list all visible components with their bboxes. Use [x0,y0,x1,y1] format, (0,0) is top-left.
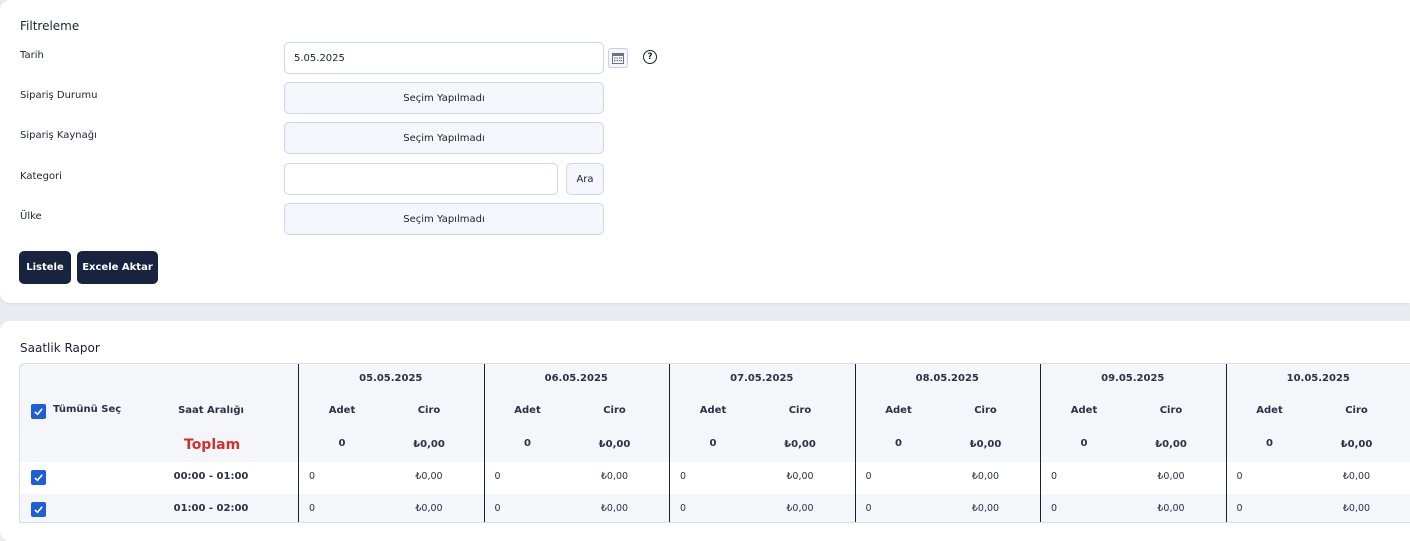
adet-header: Adet [302,405,382,416]
total-adet: 0 [1230,438,1310,449]
calendar-glyph [612,53,624,64]
ciro-header: Ciro [394,405,464,416]
order-status-value: Seçim Yapılmadı [403,93,484,104]
date-value: 5.05.2025 [294,53,345,64]
row-checkbox[interactable] [31,470,46,485]
row-ciro: ₺0,00 [1136,471,1206,482]
order-source-value: Seçim Yapılmadı [403,133,484,144]
row-ciro: ₺0,00 [394,471,464,482]
category-input[interactable] [284,163,558,195]
order-status-select[interactable]: Seçim Yapılmadı [284,82,604,114]
ciro-header: Ciro [580,405,650,416]
select-all-label: Tümünü Seç [53,404,121,415]
adet-header: Adet [1044,405,1124,416]
row-ciro: ₺0,00 [765,471,835,482]
country-value: Seçim Yapılmadı [403,214,484,225]
total-ciro: ₺0,00 [394,439,464,450]
ciro-header: Ciro [1136,405,1206,416]
list-button[interactable]: Listele [19,251,71,284]
country-label: Ülke [20,211,42,222]
column-divider [1226,364,1227,523]
total-adet: 0 [1044,438,1124,449]
question-icon[interactable]: ? [643,50,657,64]
row-adet: 0 [1237,503,1243,514]
date-header: 07.05.2025 [669,373,855,384]
total-ciro: ₺0,00 [1322,439,1392,450]
order-source-select[interactable]: Seçim Yapılmadı [284,122,604,154]
total-adet: 0 [673,438,753,449]
column-divider [484,364,485,523]
row-ciro: ₺0,00 [580,471,650,482]
hour-range-header: Saat Aralığı [171,405,251,416]
row-adet: 0 [1237,471,1243,482]
check-icon [33,504,44,515]
hour-range: 01:00 - 02:00 [171,503,251,514]
row-adet: 0 [680,503,686,514]
row-checkbox[interactable] [31,502,46,517]
export-excel-button[interactable]: Excele Aktar [77,251,158,284]
total-ciro: ₺0,00 [951,439,1021,450]
ciro-header: Ciro [951,405,1021,416]
hour-range: 00:00 - 01:00 [171,471,251,482]
row-ciro: ₺0,00 [951,503,1021,514]
column-divider [298,364,299,523]
select-all-checkbox[interactable] [31,404,46,419]
calendar-icon[interactable] [608,48,628,68]
row-adet: 0 [866,471,872,482]
total-adet: 0 [859,438,939,449]
total-adet: 0 [488,438,568,449]
row-ciro: ₺0,00 [951,471,1021,482]
hourly-report-table: Tümünü Seç Saat Aralığı Toplam 00:00 - 0… [19,363,1410,523]
filter-panel: Filtreleme Tarih 5.05.2025 ? Sipariş Dur… [0,0,1410,303]
total-adet: 0 [302,438,382,449]
country-select[interactable]: Seçim Yapılmadı [284,203,604,235]
row-adet: 0 [495,503,501,514]
adet-header: Adet [673,405,753,416]
date-input[interactable]: 5.05.2025 [284,42,604,74]
date-header: 10.05.2025 [1226,373,1410,384]
date-header: 08.05.2025 [855,373,1041,384]
adet-header: Adet [488,405,568,416]
row-adet: 0 [309,471,315,482]
report-title: Saatlik Rapor [20,341,100,355]
total-ciro: ₺0,00 [580,439,650,450]
adet-header: Adet [1230,405,1310,416]
row-ciro: ₺0,00 [394,503,464,514]
row-adet: 0 [680,471,686,482]
check-icon [33,472,44,483]
row-adet: 0 [495,471,501,482]
total-label: Toplam [184,437,240,453]
ciro-header: Ciro [765,405,835,416]
filter-title: Filtreleme [20,19,79,33]
ciro-header: Ciro [1322,405,1392,416]
date-label: Tarih [20,50,44,61]
row-ciro: ₺0,00 [765,503,835,514]
row-ciro: ₺0,00 [1322,503,1392,514]
order-source-label: Sipariş Kaynağı [20,130,97,141]
check-icon [33,406,44,417]
row-ciro: ₺0,00 [580,503,650,514]
total-ciro: ₺0,00 [765,439,835,450]
adet-header: Adet [859,405,939,416]
total-ciro: ₺0,00 [1136,439,1206,450]
date-header: 09.05.2025 [1040,373,1226,384]
row-adet: 0 [309,503,315,514]
order-status-label: Sipariş Durumu [20,90,97,101]
row-ciro: ₺0,00 [1322,471,1392,482]
column-divider [1040,364,1041,523]
row-ciro: ₺0,00 [1136,503,1206,514]
date-header: 06.05.2025 [484,373,670,384]
category-search-button[interactable]: Ara [566,163,604,195]
column-divider [669,364,670,523]
row-adet: 0 [1051,503,1057,514]
date-header: 05.05.2025 [298,373,484,384]
column-divider [855,364,856,523]
row-adet: 0 [1051,471,1057,482]
category-label: Kategori [20,171,62,182]
row-adet: 0 [866,503,872,514]
